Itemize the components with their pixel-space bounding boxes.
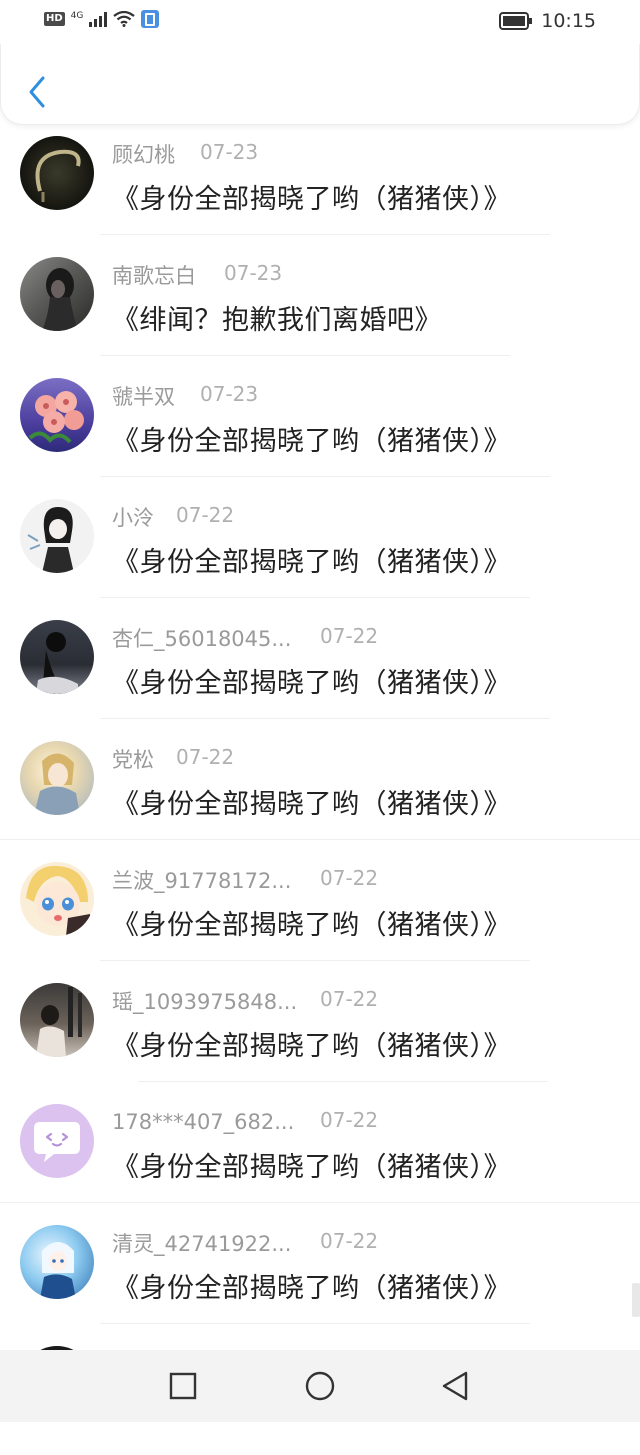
square-icon <box>169 1372 197 1400</box>
divider <box>100 960 530 961</box>
clock: 10:15 <box>541 10 596 32</box>
author-name: 顾幻桃 <box>112 143 175 167</box>
comment-date: 07-22 <box>320 1108 379 1132</box>
divider <box>100 476 550 477</box>
comment-text: 《绯闻？抱歉我们离婚吧》 <box>112 305 442 336</box>
avatar[interactable] <box>20 741 94 815</box>
avatar[interactable] <box>20 1104 94 1178</box>
divider <box>0 839 640 840</box>
avatar[interactable] <box>20 620 94 694</box>
comment-text: 《身份全部揭晓了哟（猪猪侠）》 <box>112 910 511 941</box>
chevron-left-icon <box>29 76 45 108</box>
divider <box>100 355 510 356</box>
comment-row[interactable]: 小泠 07-22 《身份全部揭晓了哟（猪猪侠）》 <box>0 487 640 608</box>
comment-row[interactable]: 顾幻桃 07-23 《身份全部揭晓了哟（猪猪侠）》 <box>0 124 640 245</box>
comment-author: 小泠 07-22 <box>112 503 234 531</box>
comment-date: 07-22 <box>320 624 379 648</box>
recents-button[interactable] <box>167 1370 199 1402</box>
comment-date: 07-22 <box>320 1229 379 1253</box>
comment-text: 《身份全部揭晓了哟（猪猪侠）》 <box>112 547 511 578</box>
comment-date: 07-22 <box>320 866 379 890</box>
comment-author: 178***407_682... 07-22 <box>112 1108 378 1136</box>
comment-author: 兰波_91778172... 07-22 <box>112 866 378 894</box>
comment-text: 《身份全部揭晓了哟（猪猪侠）》 <box>112 1273 511 1304</box>
network-type: 4G <box>70 10 84 21</box>
author-name: 瑶_1093975848... <box>112 990 298 1014</box>
comment-text: 《身份全部揭晓了哟（猪猪侠）》 <box>112 789 511 820</box>
divider <box>100 597 530 598</box>
back-button[interactable] <box>19 70 55 114</box>
system-nav-bar <box>0 1350 640 1422</box>
comment-text: 《身份全部揭晓了哟（猪猪侠）》 <box>112 1031 511 1062</box>
comment-date: 07-22 <box>320 987 379 1011</box>
chat-bubble-icon <box>34 1122 80 1162</box>
avatar[interactable] <box>20 499 94 573</box>
comment-row[interactable]: 178***407_682... 07-22 《身份全部揭晓了哟（猪猪侠）》 <box>0 1092 640 1213</box>
app-notification-icon <box>141 10 160 28</box>
system-back-button[interactable] <box>440 1370 472 1402</box>
comment-text: 《身份全部揭晓了哟（猪猪侠）》 <box>112 1152 511 1183</box>
comment-date: 07-23 <box>224 261 283 285</box>
comment-row[interactable]: 杏仁_56018045... 07-22 《身份全部揭晓了哟（猪猪侠）》 <box>0 608 640 729</box>
comment-text: 《身份全部揭晓了哟（猪猪侠）》 <box>112 668 511 699</box>
hd-badge: HD <box>44 12 65 26</box>
divider <box>100 234 550 235</box>
author-name: 南歌忘白 <box>112 264 196 288</box>
comment-row[interactable]: 清灵_42741922... 07-22 《身份全部揭晓了哟（猪猪侠）》 <box>0 1213 640 1334</box>
status-bar: HD 4G 10:15 <box>0 0 640 44</box>
avatar[interactable] <box>20 257 94 331</box>
comment-author: 南歌忘白 07-23 <box>112 261 282 289</box>
comment-row[interactable]: 党松 07-22 《身份全部揭晓了哟（猪猪侠）》 <box>0 729 640 850</box>
comment-list: 顾幻桃 07-23 《身份全部揭晓了哟（猪猪侠）》 南歌忘白 07-23 《绯闻… <box>0 124 640 1455</box>
avatar[interactable] <box>20 862 94 936</box>
triangle-back-icon <box>442 1371 468 1401</box>
avatar[interactable] <box>20 1225 94 1299</box>
divider <box>138 1081 548 1082</box>
comment-text: 《身份全部揭晓了哟（猪猪侠）》 <box>112 184 511 215</box>
author-name: 党松 <box>112 748 154 772</box>
comment-author: 顾幻桃 07-23 <box>112 140 258 168</box>
comment-author: 瑶_1093975848... 07-22 <box>112 987 378 1015</box>
divider <box>100 1323 530 1324</box>
home-button[interactable] <box>303 1370 335 1402</box>
author-name: 清灵_42741922... <box>112 1232 292 1256</box>
comment-date: 07-22 <box>176 745 235 769</box>
comment-author: 杏仁_56018045... 07-22 <box>112 624 378 652</box>
divider <box>100 718 550 719</box>
comment-row[interactable]: 虢半双 07-23 《身份全部揭晓了哟（猪猪侠）》 <box>0 366 640 487</box>
comment-date: 07-22 <box>176 503 235 527</box>
comment-date: 07-23 <box>200 382 259 406</box>
comment-row[interactable]: 兰波_91778172... 07-22 《身份全部揭晓了哟（猪猪侠）》 <box>0 850 640 971</box>
comment-date: 07-23 <box>200 140 259 164</box>
circle-icon <box>305 1371 335 1401</box>
signal-icon <box>89 11 108 27</box>
author-name: 178***407_682... <box>112 1110 295 1134</box>
comment-row[interactable]: 瑶_1093975848... 07-22 《身份全部揭晓了哟（猪猪侠）》 <box>0 971 640 1092</box>
comment-author: 清灵_42741922... 07-22 <box>112 1229 378 1257</box>
avatar[interactable] <box>20 378 94 452</box>
author-name: 兰波_91778172... <box>112 869 292 893</box>
wifi-icon <box>113 11 136 27</box>
battery-icon <box>499 12 533 30</box>
author-name: 虢半双 <box>112 385 175 409</box>
author-name: 小泠 <box>112 506 154 530</box>
divider <box>0 1202 640 1203</box>
status-left-icons: HD 4G <box>44 10 160 28</box>
comment-row[interactable]: 南歌忘白 07-23 《绯闻？抱歉我们离婚吧》 <box>0 245 640 366</box>
comment-author: 虢半双 07-23 <box>112 382 258 410</box>
comment-text: 《身份全部揭晓了哟（猪猪侠）》 <box>112 426 511 457</box>
author-name: 杏仁_56018045... <box>112 627 292 651</box>
comment-author: 党松 07-22 <box>112 745 234 773</box>
status-right-icons: 10:15 <box>499 10 596 32</box>
avatar[interactable] <box>20 136 94 210</box>
avatar[interactable] <box>20 983 94 1057</box>
scrollbar[interactable] <box>632 1283 640 1317</box>
